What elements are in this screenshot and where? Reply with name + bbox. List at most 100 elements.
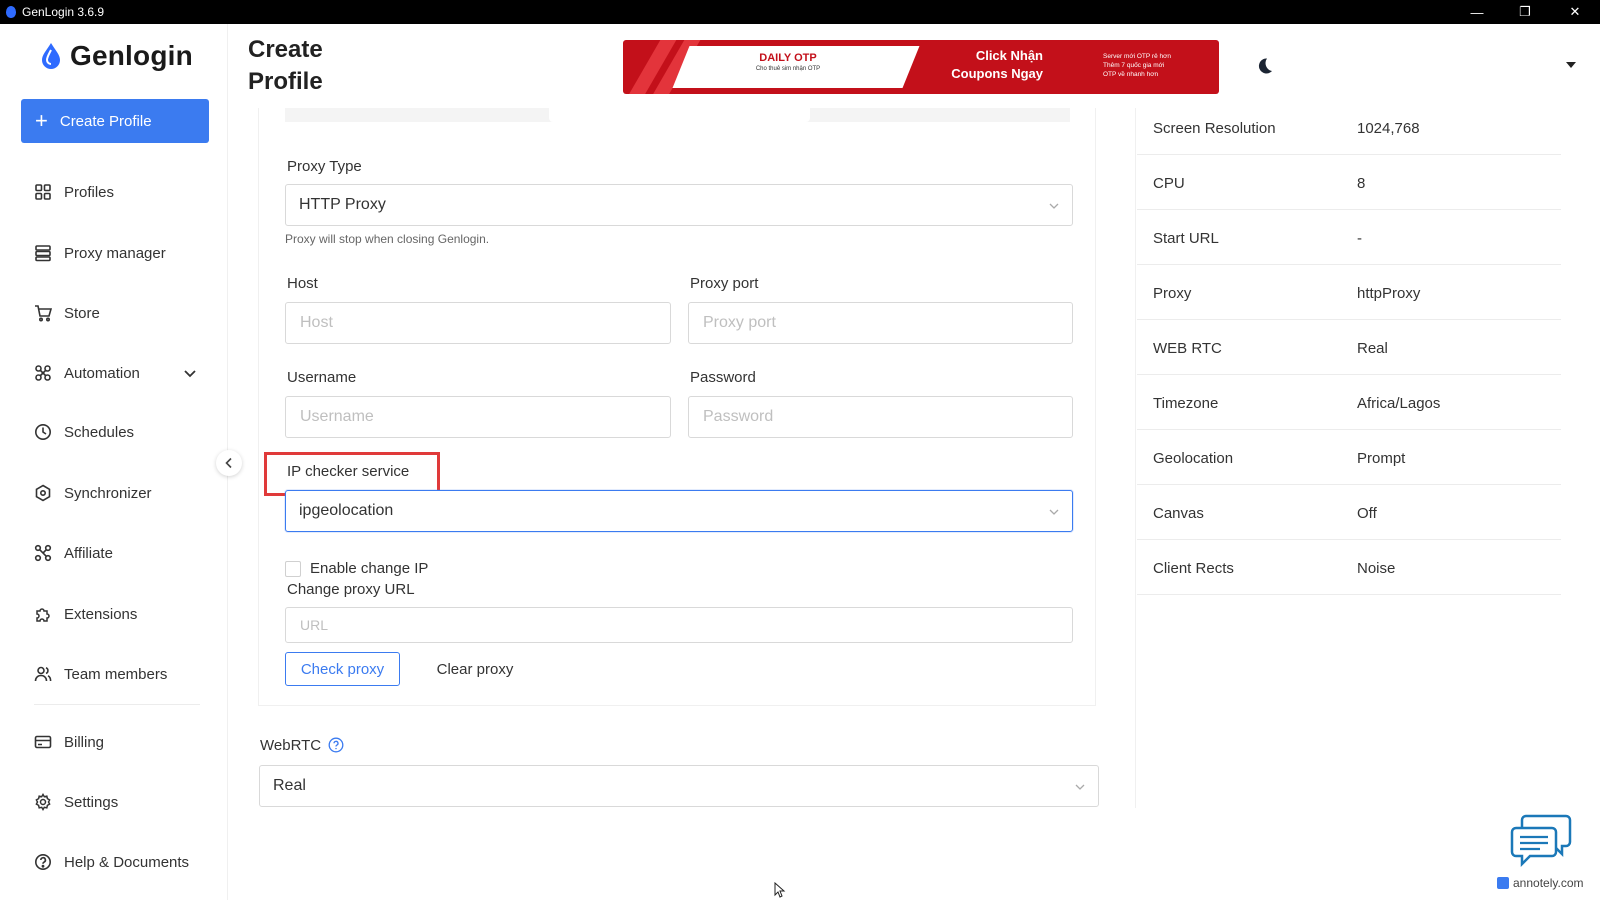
sidebar-item-label: Affiliate <box>64 544 113 562</box>
chat-support-icon[interactable] <box>1510 810 1572 872</box>
sidebar-item-settings[interactable]: Settings <box>34 790 118 814</box>
sidebar-item-profiles[interactable]: Profiles <box>34 180 114 204</box>
moon-icon[interactable] <box>1254 56 1274 76</box>
sidebar-item-label: Extensions <box>64 605 138 623</box>
sidebar: Genlogin + Create Profile Profiles Proxy… <box>0 24 228 900</box>
change-proxy-url-label: Change proxy URL <box>287 581 415 598</box>
username-label: Username <box>287 369 357 386</box>
sync-icon <box>35 484 51 502</box>
sidebar-item-help[interactable]: Help & Documents <box>34 850 189 874</box>
overview-key: Geolocation <box>1153 450 1234 467</box>
watermark-text: annotely.com <box>1513 876 1584 890</box>
sidebar-item-label: Billing <box>64 733 105 751</box>
password-input[interactable] <box>688 396 1073 438</box>
sidebar-item-synchronizer[interactable]: Synchronizer <box>34 481 152 505</box>
banner-brand-name: DAILY OTP <box>759 52 817 64</box>
plus-icon: + <box>35 108 48 133</box>
sidebar-item-team-members[interactable]: Team members <box>34 662 167 686</box>
cart-icon <box>35 305 52 322</box>
chevron-left-icon <box>225 457 232 469</box>
minimize-icon[interactable]: — <box>1454 0 1500 24</box>
sidebar-item-label: Proxy manager <box>64 244 166 262</box>
overview-key: WEB RTC <box>1153 340 1222 357</box>
sidebar-item-label: Help & Documents <box>64 853 190 871</box>
proxy-type-select[interactable]: HTTP Proxy <box>285 184 1073 226</box>
mouse-cursor-icon <box>774 882 786 898</box>
banner-bullet: OTP về nhanh hơn <box>1103 71 1159 78</box>
overview-row: Start URL - <box>1137 210 1561 265</box>
sidebar-item-label: Settings <box>64 793 119 811</box>
ip-checker-value: ipgeolocation <box>299 502 394 519</box>
promo-banner[interactable]: DAILY OTP Cho thuê sim nhận OTP Click Nh… <box>623 40 1219 94</box>
sidebar-item-schedules[interactable]: Schedules <box>34 420 134 444</box>
sidebar-item-billing[interactable]: Billing <box>34 730 104 754</box>
clear-proxy-button[interactable]: Clear proxy <box>420 652 530 686</box>
proxy-port-label: Proxy port <box>690 275 759 292</box>
affiliate-icon <box>34 544 52 562</box>
overview-row: Proxy httpProxy <box>1137 265 1561 320</box>
overview-value: - <box>1357 230 1362 247</box>
ip-checker-label: IP checker service <box>287 463 410 480</box>
brand-logo: Genlogin <box>40 40 193 72</box>
banner-brand: DAILY OTP Cho thuê sim nhận OTP <box>733 52 843 72</box>
puzzle-icon <box>36 608 50 622</box>
overview-value: httpProxy <box>1357 285 1421 302</box>
collapse-sidebar-button[interactable] <box>216 450 242 476</box>
annotely-icon <box>1497 877 1509 889</box>
grid-icon <box>35 184 51 200</box>
overview-value: 1024,768 <box>1357 120 1420 137</box>
clock-icon <box>35 424 51 440</box>
proxy-type-label: Proxy Type <box>287 158 362 175</box>
gear-icon <box>35 793 51 811</box>
sidebar-item-label: Store <box>64 304 100 322</box>
sidebar-divider <box>34 704 200 705</box>
overview-key: Timezone <box>1153 395 1219 412</box>
sidebar-item-extensions[interactable]: Extensions <box>34 602 137 626</box>
overview-key: Canvas <box>1153 505 1204 522</box>
overview-row: CPU 8 <box>1137 155 1561 210</box>
sidebar-item-proxy-manager[interactable]: Proxy manager <box>34 241 166 265</box>
overview-value: 8 <box>1357 175 1366 192</box>
window-title: GenLogin 3.6.9 <box>22 5 105 19</box>
page-title: Create Profile <box>248 34 368 98</box>
check-proxy-button[interactable]: Check proxy <box>285 652 400 686</box>
account-dropdown-icon[interactable] <box>1566 62 1576 68</box>
overview-key: CPU <box>1153 175 1185 192</box>
overview-value: Off <box>1357 505 1377 522</box>
banner-bullet: Server mới OTP rẻ hơn <box>1103 53 1172 60</box>
help-icon <box>35 854 51 870</box>
sidebar-item-label: Schedules <box>64 423 135 441</box>
username-input[interactable] <box>285 396 671 438</box>
webrtc-label: WebRTC <box>260 737 322 754</box>
sidebar-item-automation[interactable]: Automation <box>34 361 196 385</box>
close-icon[interactable]: ✕ <box>1552 0 1598 24</box>
proxy-help-text: Proxy will stop when closing Genlogin. <box>285 232 490 246</box>
overview-row: Client Rects Noise <box>1137 540 1561 595</box>
proxy-port-input[interactable] <box>688 302 1073 344</box>
chevron-down-icon <box>1075 784 1085 790</box>
host-input[interactable] <box>285 302 671 344</box>
banner-cta-line2: Coupons Ngay <box>951 66 1043 81</box>
change-proxy-url-input[interactable] <box>285 607 1073 643</box>
overview-key: Screen Resolution <box>1153 120 1276 137</box>
question-circle-icon[interactable] <box>328 737 344 753</box>
banner-bullets: Server mới OTP rẻ hơn Thêm 7 quốc gia mớ… <box>1103 52 1203 79</box>
overview-divider <box>1135 108 1136 808</box>
brand-name: Genlogin <box>70 40 193 71</box>
ip-checker-select[interactable]: ipgeolocation <box>285 490 1073 532</box>
sidebar-item-label: Synchronizer <box>64 484 152 502</box>
create-profile-button[interactable]: + Create Profile <box>21 99 209 143</box>
enable-change-ip-checkbox[interactable] <box>285 561 301 577</box>
webrtc-select[interactable]: Real <box>259 765 1099 807</box>
overview-value: Prompt <box>1357 450 1406 467</box>
restore-icon[interactable]: ❐ <box>1502 0 1548 24</box>
overview-row: Timezone Africa/Lagos <box>1137 375 1561 430</box>
chevron-down-icon[interactable] <box>183 366 197 380</box>
sidebar-item-affiliate[interactable]: Affiliate <box>34 541 113 565</box>
card-icon <box>34 735 52 749</box>
sidebar-item-store[interactable]: Store <box>34 301 100 325</box>
overview-row: Geolocation Prompt <box>1137 430 1561 485</box>
window-titlebar: GenLogin 3.6.9 — ❐ ✕ <box>0 0 1600 24</box>
chevron-down-icon <box>1049 203 1059 209</box>
host-label: Host <box>287 275 318 292</box>
